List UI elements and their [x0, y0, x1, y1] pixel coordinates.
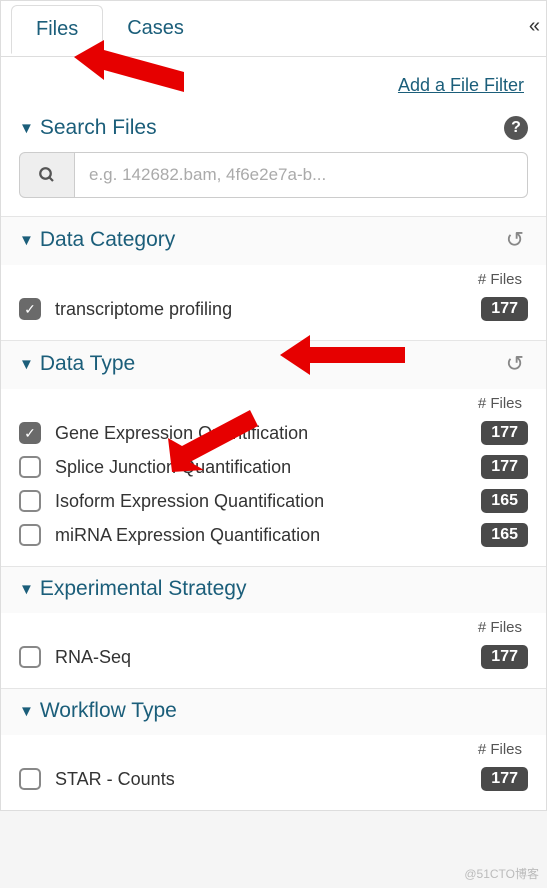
checkbox-transcriptome-profiling[interactable]: ✓	[19, 298, 41, 320]
search-input[interactable]	[75, 152, 528, 198]
facet-row[interactable]: RNA-Seq 177	[19, 640, 528, 674]
files-count-header: # Files	[19, 619, 528, 636]
section-title-data-type[interactable]: Data Type	[40, 352, 502, 376]
files-count-header: # Files	[19, 395, 528, 412]
chevron-down-icon: ▼	[19, 581, 34, 598]
checkbox-star-counts[interactable]	[19, 768, 41, 790]
search-button[interactable]	[19, 152, 75, 198]
reset-icon[interactable]: ↺	[502, 351, 528, 377]
facet-row[interactable]: STAR - Counts 177	[19, 762, 528, 796]
watermark: @51CTO博客	[464, 865, 539, 882]
tab-files[interactable]: Files	[11, 5, 103, 54]
facet-label: RNA-Seq	[55, 647, 481, 668]
facet-label: Isoform Expression Quantification	[55, 491, 481, 512]
count-badge: 165	[481, 489, 528, 513]
section-title-search[interactable]: Search Files	[40, 116, 504, 140]
facet-label: Gene Expression Quantification	[55, 423, 481, 444]
section-title-experimental-strategy[interactable]: Experimental Strategy	[40, 577, 528, 601]
section-title-workflow-type[interactable]: Workflow Type	[40, 699, 528, 723]
collapse-panel-icon[interactable]: «	[529, 15, 540, 38]
facet-row[interactable]: Isoform Expression Quantification 165	[19, 484, 528, 518]
checkbox-rna-seq[interactable]	[19, 646, 41, 668]
checkbox-mirna-expression[interactable]	[19, 524, 41, 546]
count-badge: 165	[481, 523, 528, 547]
chevron-down-icon: ▼	[19, 232, 34, 249]
help-icon[interactable]: ?	[504, 116, 528, 140]
facet-label: transcriptome profiling	[55, 299, 481, 320]
facet-row[interactable]: ✓ transcriptome profiling 177	[19, 292, 528, 326]
section-title-data-category[interactable]: Data Category	[40, 228, 502, 252]
count-badge: 177	[481, 297, 528, 321]
facet-label: miRNA Expression Quantification	[55, 525, 481, 546]
tab-cases[interactable]: Cases	[103, 5, 208, 52]
facet-label: STAR - Counts	[55, 769, 481, 790]
count-badge: 177	[481, 767, 528, 791]
facet-row[interactable]: Splice Junction Quantification 177	[19, 450, 528, 484]
search-icon	[38, 166, 56, 184]
files-count-header: # Files	[19, 271, 528, 288]
facet-row[interactable]: miRNA Expression Quantification 165	[19, 518, 528, 552]
count-badge: 177	[481, 455, 528, 479]
add-file-filter-link[interactable]: Add a File Filter	[398, 75, 524, 95]
count-badge: 177	[481, 645, 528, 669]
facet-row[interactable]: ✓ Gene Expression Quantification 177	[19, 416, 528, 450]
reset-icon[interactable]: ↺	[502, 227, 528, 253]
checkbox-gene-expression[interactable]: ✓	[19, 422, 41, 444]
chevron-down-icon: ▼	[19, 703, 34, 720]
chevron-down-icon: ▼	[19, 356, 34, 373]
facet-label: Splice Junction Quantification	[55, 457, 481, 478]
count-badge: 177	[481, 421, 528, 445]
checkbox-splice-junction[interactable]	[19, 456, 41, 478]
checkbox-isoform-expression[interactable]	[19, 490, 41, 512]
files-count-header: # Files	[19, 741, 528, 758]
chevron-down-icon: ▼	[19, 120, 34, 137]
